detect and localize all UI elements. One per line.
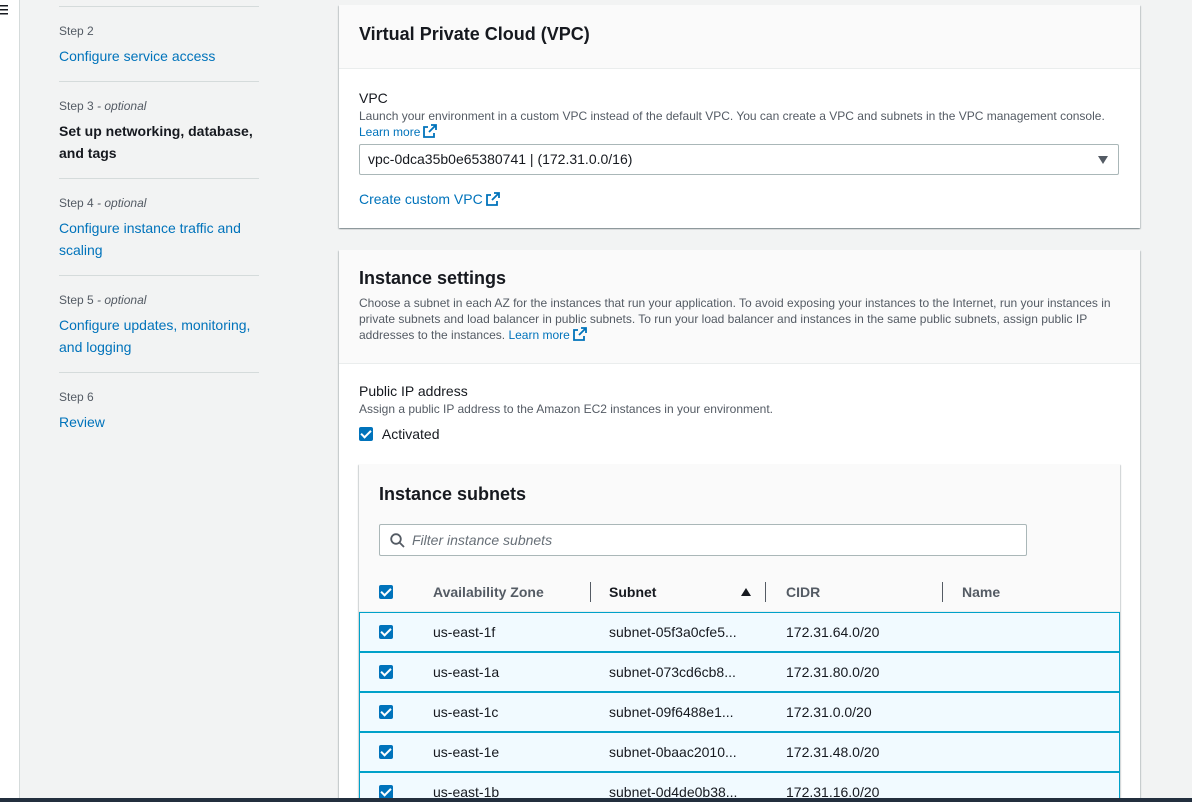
vpc-panel-body: VPC Launch your environment in a custom … <box>339 69 1140 142</box>
step-number: Step 4 - optional <box>59 196 147 210</box>
instance-settings-title: Instance settings <box>359 268 507 288</box>
row-checkbox[interactable] <box>379 785 393 799</box>
learn-more-label: Learn more <box>359 125 421 139</box>
column-divider <box>590 582 591 602</box>
filter-subnets-input[interactable] <box>412 531 1012 549</box>
subnets-header: Instance subnets <box>359 464 1120 572</box>
step-link-updates-monitoring[interactable]: Configure updates, monitoring, and loggi… <box>59 314 259 358</box>
instance-subnets-table: Instance subnets Availability Zone Subne… <box>359 464 1120 802</box>
cell-cidr: 172.31.64.0/20 <box>786 624 880 640</box>
column-divider <box>942 582 943 602</box>
cell-cidr: 172.31.80.0/20 <box>786 664 880 680</box>
public-ip-label: Public IP address <box>359 383 468 399</box>
row-checkbox[interactable] <box>379 665 393 679</box>
cell-subnet: subnet-0baac2010... <box>609 744 737 760</box>
sort-ascending-icon[interactable] <box>741 588 751 596</box>
column-availability-zone[interactable]: Availability Zone <box>433 572 544 612</box>
column-subnet[interactable]: Subnet <box>609 572 656 612</box>
step-number: Step 2 <box>59 24 94 38</box>
cell-az: us-east-1a <box>433 664 500 680</box>
table-header-row: Availability Zone Subnet CIDR Name <box>359 572 1120 612</box>
table-row[interactable]: us-east-1f subnet-05f3a0cfe5... 172.31.6… <box>359 612 1120 652</box>
step-4: Step 4 - optional Configure instance tra… <box>59 178 259 275</box>
step-link-configure-service-access[interactable]: Configure service access <box>59 45 259 67</box>
instance-settings-description: Choose a subnet in each AZ for the insta… <box>359 295 1119 345</box>
search-icon <box>390 533 405 553</box>
learn-more-label: Learn more <box>508 328 570 342</box>
external-link-icon <box>485 191 500 211</box>
table-row[interactable]: us-east-1e subnet-0baac2010... 172.31.48… <box>359 732 1120 772</box>
step-number: Step 3 - optional <box>59 99 147 113</box>
side-rail <box>0 0 20 802</box>
vpc-panel-title: Virtual Private Cloud (VPC) <box>359 24 590 44</box>
public-ip-section: Public IP address Assign a public IP add… <box>339 364 1140 444</box>
step-current-networking: Set up networking, database, and tags <box>59 123 253 161</box>
step-link-instance-traffic[interactable]: Configure instance traffic and scaling <box>59 217 259 261</box>
instance-description-text: Choose a subnet in each AZ for the insta… <box>359 296 1111 342</box>
cell-cidr: 172.31.0.0/20 <box>786 704 872 720</box>
external-link-icon <box>572 327 587 345</box>
step-number: Step 6 <box>59 390 94 404</box>
table-row[interactable]: us-east-1a subnet-073cd6cb8... 172.31.80… <box>359 652 1120 692</box>
table-row[interactable]: us-east-1c subnet-09f6488e1... 172.31.0.… <box>359 692 1120 732</box>
step-3: Step 3 - optional Set up networking, dat… <box>59 81 259 178</box>
column-name[interactable]: Name <box>962 572 1000 612</box>
step-link-review[interactable]: Review <box>59 411 259 433</box>
column-cidr[interactable]: CIDR <box>786 572 820 612</box>
public-ip-description: Assign a public IP address to the Amazon… <box>359 402 774 416</box>
instance-learn-more-link[interactable]: Learn more <box>508 327 587 345</box>
create-custom-vpc-link[interactable]: Create custom VPC <box>359 189 500 211</box>
select-all-checkbox[interactable] <box>379 585 393 599</box>
cell-subnet: subnet-09f6488e1... <box>609 704 734 720</box>
cell-subnet: subnet-073cd6cb8... <box>609 664 736 680</box>
activated-label: Activated <box>381 426 440 443</box>
create-vpc-label: Create custom VPC <box>359 191 483 207</box>
vpc-select-value: vpc-0dca35b0e65380741 | (172.31.0.0/16) <box>368 151 633 167</box>
row-checkbox[interactable] <box>379 745 393 759</box>
instance-settings-panel: Instance settings Choose a subnet in eac… <box>339 250 1140 802</box>
cell-az: us-east-1f <box>433 624 496 640</box>
vpc-field-label: VPC <box>359 90 388 106</box>
cell-az: us-east-1c <box>433 704 499 720</box>
step-number: Step 5 - optional <box>59 293 147 307</box>
cell-az: us-east-1e <box>433 744 500 760</box>
activated-checkbox-row[interactable]: Activated <box>359 423 1120 444</box>
row-checkbox[interactable] <box>379 705 393 719</box>
filter-subnets-field[interactable] <box>379 524 1027 556</box>
column-divider <box>765 582 766 602</box>
vpc-panel: Virtual Private Cloud (VPC) VPC Launch y… <box>339 5 1140 228</box>
activated-checkbox[interactable] <box>359 427 373 442</box>
step-6: Step 6 Review <box>59 372 259 447</box>
menu-icon[interactable] <box>0 4 8 16</box>
vpc-field-description: Launch your environment in a custom VPC … <box>359 108 1119 142</box>
cell-cidr: 172.31.48.0/20 <box>786 744 880 760</box>
vpc-description-text: Launch your environment in a custom VPC … <box>359 109 1105 123</box>
vpc-learn-more-link[interactable]: Learn more <box>359 124 438 142</box>
vpc-select[interactable]: vpc-0dca35b0e65380741 | (172.31.0.0/16) <box>359 144 1119 175</box>
step-2: Step 2 Configure service access <box>59 6 259 81</box>
wizard-steps-nav: Step 2 Configure service access Step 3 -… <box>59 0 259 447</box>
cell-subnet: subnet-05f3a0cfe5... <box>609 624 737 640</box>
caret-down-icon <box>1098 156 1108 164</box>
external-link-icon <box>423 124 438 142</box>
row-checkbox[interactable] <box>379 625 393 639</box>
vpc-panel-header: Virtual Private Cloud (VPC) <box>339 5 1140 69</box>
instance-settings-header: Instance settings Choose a subnet in eac… <box>339 250 1140 364</box>
bottom-edge-bar <box>0 798 1192 802</box>
subnets-title: Instance subnets <box>379 484 527 504</box>
step-5: Step 5 - optional Configure updates, mon… <box>59 275 259 372</box>
